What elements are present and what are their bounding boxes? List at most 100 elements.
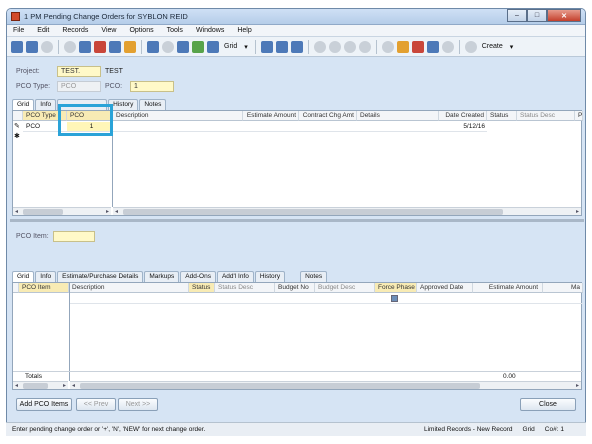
col-budget-desc[interactable]: Budget Desc: [315, 283, 375, 293]
col-budget-no[interactable]: Budget No: [275, 283, 315, 293]
new-row-icon: ✱: [14, 133, 20, 140]
col-item-status-desc[interactable]: Status Desc: [215, 283, 275, 293]
tab-add-ons[interactable]: Add-Ons: [180, 271, 216, 282]
toolbar: Grid ▾ Create ▾: [7, 37, 585, 57]
col-item-estimate-amount[interactable]: Estimate Amount: [473, 283, 543, 293]
status-bar: Enter pending change order or '+', 'N', …: [6, 422, 586, 436]
col-description[interactable]: Description: [113, 111, 243, 121]
attach-icon[interactable]: [162, 40, 174, 53]
search-icon[interactable]: [441, 40, 454, 53]
col-contract-chg-amt[interactable]: Contract Chg Amt: [299, 111, 357, 121]
status-company: Co#: 1: [544, 426, 564, 433]
maximize-button[interactable]: □: [527, 9, 547, 22]
chevron-down-icon[interactable]: ▾: [508, 43, 516, 51]
users-icon[interactable]: [396, 40, 409, 53]
project-label: Project:: [16, 68, 40, 75]
grid-view-dropdown[interactable]: Grid: [222, 43, 239, 50]
panel-splitter[interactable]: [10, 219, 584, 222]
open-icon[interactable]: [26, 40, 38, 53]
col-date-created[interactable]: Date Created: [439, 111, 487, 121]
tab-item-notes[interactable]: Notes: [300, 271, 328, 282]
next-button[interactable]: Next >>: [118, 398, 158, 411]
spellcheck-icon[interactable]: [192, 40, 204, 53]
tab-markups[interactable]: Markups: [144, 271, 180, 282]
col-approved-date[interactable]: Approved Date: [417, 283, 473, 293]
create-dropdown[interactable]: Create: [480, 43, 505, 50]
add-pco-items-button[interactable]: Add PCO Items: [16, 398, 72, 411]
menu-edit[interactable]: Edit: [37, 27, 49, 34]
edit-icon[interactable]: [411, 40, 424, 53]
save-icon[interactable]: [79, 40, 91, 53]
prev-button[interactable]: << Prev: [76, 398, 116, 411]
notes-icon[interactable]: [426, 40, 439, 53]
tab-estimate-purchase[interactable]: Estimate/Purchase Details: [57, 271, 144, 282]
left-hscroll[interactable]: ◂ ▸: [13, 207, 111, 215]
cell-date-created[interactable]: 5/12/16: [439, 122, 487, 132]
col-status[interactable]: Status: [487, 111, 517, 121]
pco-type-label: PCO Type:: [16, 83, 51, 90]
tab-addl-info[interactable]: Add'l Info: [216, 271, 254, 282]
copy-icon[interactable]: [41, 40, 53, 53]
item-left-hscroll[interactable]: ◂ ▸: [13, 381, 68, 389]
col-p[interactable]: P: [575, 111, 583, 121]
chevron-down-icon[interactable]: ▾: [242, 43, 250, 51]
cell-description[interactable]: [113, 122, 439, 132]
tab-item-info[interactable]: Info: [35, 271, 57, 282]
col-pco-item[interactable]: PCO Item: [19, 283, 69, 293]
tab-notes[interactable]: Notes: [139, 99, 167, 110]
tab-item-history[interactable]: History: [254, 271, 286, 282]
force-phase-checkbox[interactable]: [391, 295, 398, 302]
menu-records[interactable]: Records: [62, 27, 88, 34]
item-main-hscroll[interactable]: ◂ ▸: [70, 381, 581, 389]
close-window-button[interactable]: ✕: [547, 9, 581, 22]
bottom-tab-strip: Grid Info Estimate/Purchase Details Mark…: [12, 271, 328, 282]
col-ma[interactable]: Ma: [543, 283, 583, 293]
title-bar: 1 PM Pending Change Orders for SYBLON RE…: [7, 9, 585, 25]
col-item-status[interactable]: Status: [189, 283, 215, 293]
col-force-phase[interactable]: Force Phase: [375, 283, 417, 293]
item-new-row[interactable]: [69, 294, 583, 304]
col-estimate-amount[interactable]: Estimate Amount: [243, 111, 299, 121]
col-details[interactable]: Details: [357, 111, 439, 121]
next-record-icon[interactable]: [343, 40, 356, 53]
new-record-icon[interactable]: [11, 40, 23, 53]
menu-file[interactable]: File: [13, 27, 24, 34]
project-input[interactable]: TEST.: [57, 66, 101, 77]
print-icon[interactable]: [177, 40, 189, 53]
refresh-icon[interactable]: [124, 40, 136, 53]
pco-input[interactable]: 1: [130, 81, 174, 92]
prev-record-icon[interactable]: [328, 40, 341, 53]
last-record-icon[interactable]: [358, 40, 371, 53]
pco-item-input[interactable]: [53, 231, 95, 242]
app-icon: [11, 12, 20, 21]
tab-grid[interactable]: Grid: [12, 99, 35, 110]
close-button[interactable]: Close: [520, 398, 576, 411]
minimize-button[interactable]: –: [507, 9, 527, 22]
col-item-description[interactable]: Description: [69, 283, 189, 293]
menu-tools[interactable]: Tools: [167, 27, 183, 34]
menu-view[interactable]: View: [101, 27, 116, 34]
page-icon[interactable]: [64, 40, 76, 53]
main-hscroll[interactable]: ◂ ▸: [113, 207, 581, 215]
grid-icon[interactable]: [207, 40, 219, 53]
delete-icon[interactable]: [94, 40, 106, 53]
menu-bar: File Edit Records View Options Tools Win…: [7, 25, 585, 37]
link-icon[interactable]: [381, 40, 394, 53]
pco-item-grid: PCO Item Description Status Status Desc …: [12, 282, 583, 390]
layout-3-icon[interactable]: [290, 40, 303, 53]
tab-info[interactable]: Info: [35, 99, 57, 110]
layout-2-icon[interactable]: [275, 40, 288, 53]
col-status-desc[interactable]: Status Desc: [517, 111, 575, 121]
menu-options[interactable]: Options: [129, 27, 153, 34]
calculator-icon[interactable]: [147, 40, 159, 53]
status-view: Grid: [522, 426, 535, 433]
menu-help[interactable]: Help: [237, 27, 251, 34]
pco-type-input[interactable]: PCO: [57, 81, 101, 92]
window-title: 1 PM Pending Change Orders for SYBLON RE…: [24, 12, 188, 21]
first-record-icon[interactable]: [313, 40, 326, 53]
tab-item-grid[interactable]: Grid: [12, 271, 35, 282]
layout-1-icon[interactable]: [260, 40, 273, 53]
undo-icon[interactable]: [109, 40, 121, 53]
pco-column-highlight: [58, 104, 113, 136]
menu-windows[interactable]: Windows: [196, 27, 224, 34]
